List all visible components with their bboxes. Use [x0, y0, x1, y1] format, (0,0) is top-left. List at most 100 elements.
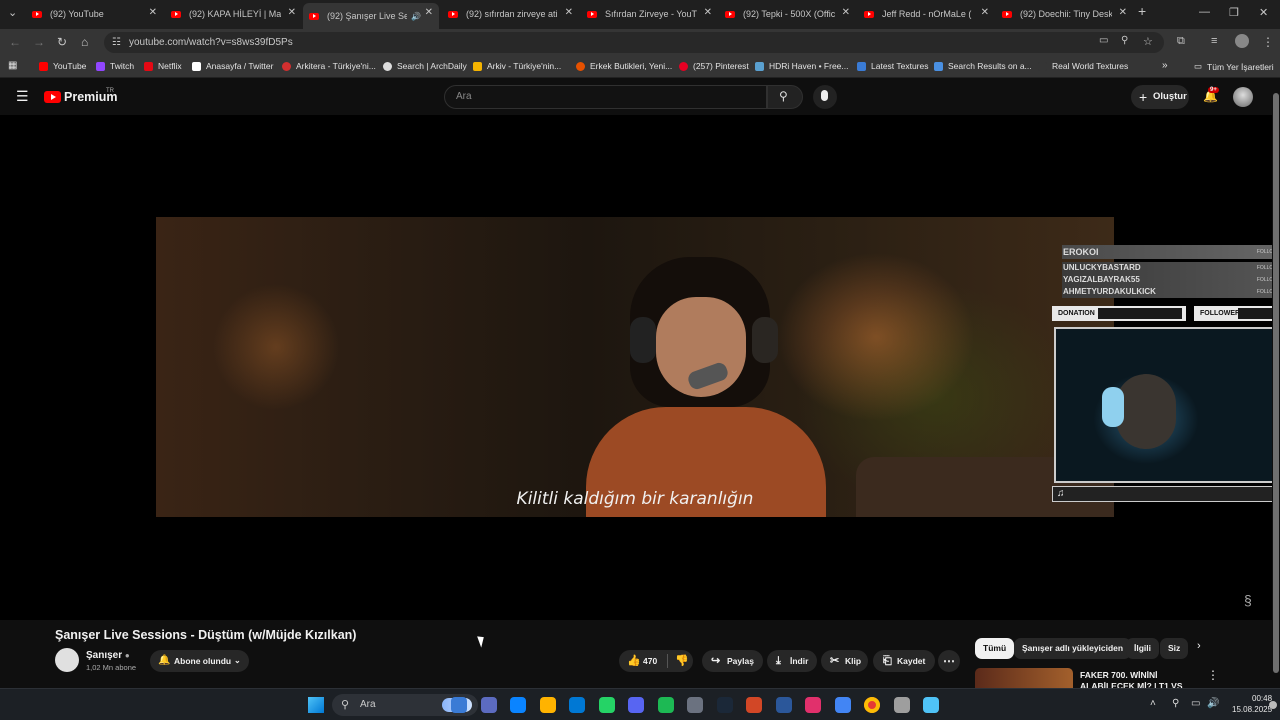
address-bar[interactable]: ☷ youtube.com/watch?v=s8ws39fD5Ps [104, 32, 1164, 53]
close-tab-icon[interactable]: ✕ [425, 7, 433, 18]
download-button[interactable]: ⤓ İndir [767, 650, 817, 672]
bookmark-item[interactable]: Arkitera - Türkiye'ni... [282, 61, 376, 71]
store-icon[interactable] [716, 697, 733, 713]
browser-tab[interactable]: (92) Doechii: Tiny Desk C ✕ [1002, 3, 1127, 25]
bookmark-item[interactable]: Netflix [144, 61, 182, 71]
chevron-up-icon[interactable]: ˄ [1150, 698, 1156, 709]
notification-center-icon[interactable] [1269, 701, 1277, 709]
speaker-icon[interactable]: 🔊 [411, 12, 421, 21]
edge-icon[interactable] [539, 697, 556, 713]
discord-icon[interactable] [657, 697, 674, 713]
close-tab-icon[interactable]: ✕ [1119, 7, 1127, 18]
page-scrollbar[interactable] [1272, 79, 1280, 688]
chip-for-you[interactable]: Siz [1160, 638, 1188, 659]
clock[interactable]: 00:48 15.08.2025 [1232, 693, 1272, 715]
chevron-right-icon[interactable]: › [1197, 640, 1201, 652]
chip-all[interactable]: Tümü [975, 638, 1015, 659]
settings-icon[interactable] [923, 697, 939, 713]
copilot-icon[interactable] [510, 697, 526, 713]
close-tab-icon[interactable]: ✕ [842, 7, 850, 18]
chip-uploader[interactable]: Şanışer adlı yükleyiciden [1014, 638, 1132, 659]
video-frame[interactable]: Kilitli kaldığım bir karanlığın [156, 217, 1114, 517]
close-tab-icon[interactable]: ✕ [981, 7, 989, 18]
share-button[interactable]: ↪ Paylaş [702, 650, 763, 672]
bookmark-star-icon[interactable]: ☆ [1143, 35, 1153, 48]
yandex-icon[interactable] [893, 697, 910, 713]
voice-search-button[interactable] [813, 85, 837, 109]
browser-tab[interactable]: (92) sıfırdan zirveye ati - Y✕ [448, 3, 573, 25]
browser-tab[interactable]: (92) YouTube ✕ [32, 3, 157, 25]
hamburger-menu-icon[interactable]: ☰ [16, 88, 29, 105]
minimize-icon[interactable]: — [1199, 6, 1210, 18]
browser-tab-active[interactable]: (92) Şanışer Live Sessi🔊✕ [303, 3, 439, 29]
menu-kebab-icon[interactable]: ⋮ [1262, 35, 1274, 49]
channel-avatar[interactable] [55, 648, 79, 672]
subscribed-button[interactable]: 🔔 Abone olundu ⌄ [150, 650, 249, 672]
site-info-icon[interactable]: ☷ [112, 32, 121, 53]
browser-tab[interactable]: (92) KAPA HİLEYİ | Madara✕ [171, 3, 296, 25]
windows-start-icon[interactable] [308, 697, 324, 713]
back-icon[interactable]: ← [9, 35, 21, 49]
bookmark-item[interactable]: Twitch [96, 61, 134, 71]
bookmark-item[interactable]: Search | ArchDaily [383, 61, 467, 71]
media-control-icon[interactable]: ≡ [1211, 35, 1217, 47]
bookmark-item[interactable]: Anasayfa / Twitter [192, 61, 273, 71]
like-count[interactable]: 470 [643, 650, 657, 672]
volume-icon[interactable]: 🔊 [1207, 698, 1219, 709]
dislike-icon[interactable]: 👎 [675, 650, 689, 672]
install-app-icon[interactable]: ▭ [1099, 35, 1108, 46]
whatsapp-icon[interactable] [628, 697, 644, 713]
file-explorer-icon[interactable] [569, 697, 585, 713]
clip-button[interactable]: ✂ Klip [821, 650, 868, 672]
bookmark-item[interactable]: HDRi Haven • Free... [755, 61, 849, 71]
word-icon[interactable] [805, 697, 821, 713]
steam-icon[interactable] [746, 697, 762, 713]
task-view-icon[interactable] [480, 697, 497, 713]
extensions-icon[interactable]: ⧉ [1177, 35, 1185, 48]
recommendation-menu-icon[interactable]: ⋮ [1207, 668, 1219, 682]
search-input[interactable]: Ara [444, 85, 767, 109]
channel-name[interactable]: Şanışer ● [86, 650, 130, 661]
chip-related[interactable]: İlgili [1126, 638, 1159, 659]
new-tab-icon[interactable]: + [1138, 3, 1146, 19]
close-tab-icon[interactable]: ✕ [149, 7, 157, 18]
like-icon[interactable]: 👍 [627, 650, 641, 672]
close-tab-icon[interactable]: ✕ [288, 7, 296, 18]
close-tab-icon[interactable]: ✕ [704, 7, 712, 18]
save-button[interactable]: ⎗ Kaydet [873, 650, 935, 672]
tab-search-icon[interactable]: ⌄ [8, 6, 17, 19]
widgets-icon[interactable] [451, 697, 467, 713]
spotify-icon[interactable] [687, 697, 703, 713]
profile-avatar[interactable] [1235, 34, 1249, 48]
bookmark-item[interactable]: YouTube [39, 61, 86, 71]
bookmark-item[interactable]: Search Results on a... [934, 61, 1032, 71]
more-bookmarks-icon[interactable]: » [1162, 60, 1168, 71]
scrollbar-thumb[interactable] [1273, 93, 1279, 673]
powerpoint-icon[interactable] [775, 697, 792, 713]
home-icon[interactable]: ⌂ [81, 35, 88, 49]
browser-tab[interactable]: Jeff Redd - nOrMaLe ( OF✕ [864, 3, 989, 25]
bookmark-item[interactable]: Arkiv - Türkiye'nin... [473, 61, 561, 71]
more-actions-icon[interactable]: ⋯ [938, 650, 960, 672]
microphone-icon[interactable]: ⚲ [1172, 698, 1179, 709]
restore-icon[interactable]: ❐ [1229, 6, 1239, 19]
instagram-icon[interactable] [834, 697, 851, 713]
chrome-icon[interactable] [864, 697, 880, 713]
account-avatar[interactable] [1233, 87, 1253, 107]
outlook-icon[interactable] [598, 697, 615, 713]
browser-tab[interactable]: Sıfırdan Zirveye - YouTube✕ [587, 3, 712, 25]
create-button[interactable]: + Oluştur [1131, 85, 1189, 109]
bookmark-item[interactable]: (257) Pinterest [679, 61, 749, 71]
bookmark-item[interactable]: Real World Textures [1038, 61, 1128, 71]
browser-tab[interactable]: (92) Tepki - 500X (Official ✕ [725, 3, 850, 25]
close-tab-icon[interactable]: ✕ [565, 7, 573, 18]
bookmark-item[interactable]: Latest Textures [857, 61, 929, 71]
all-bookmarks[interactable]: ▭ Tüm Yer İşaretleri [1194, 61, 1274, 72]
bookmark-item[interactable]: Erkek Butikleri, Yeni... [576, 61, 672, 71]
close-window-icon[interactable]: ✕ [1259, 6, 1268, 19]
network-icon[interactable]: ▭ [1191, 698, 1200, 709]
zoom-icon[interactable]: ⚲ [1121, 35, 1128, 46]
recommendation-thumbnail[interactable] [975, 668, 1073, 688]
apps-grid-icon[interactable]: ▦ [8, 60, 17, 71]
reload-icon[interactable]: ↻ [57, 35, 67, 49]
